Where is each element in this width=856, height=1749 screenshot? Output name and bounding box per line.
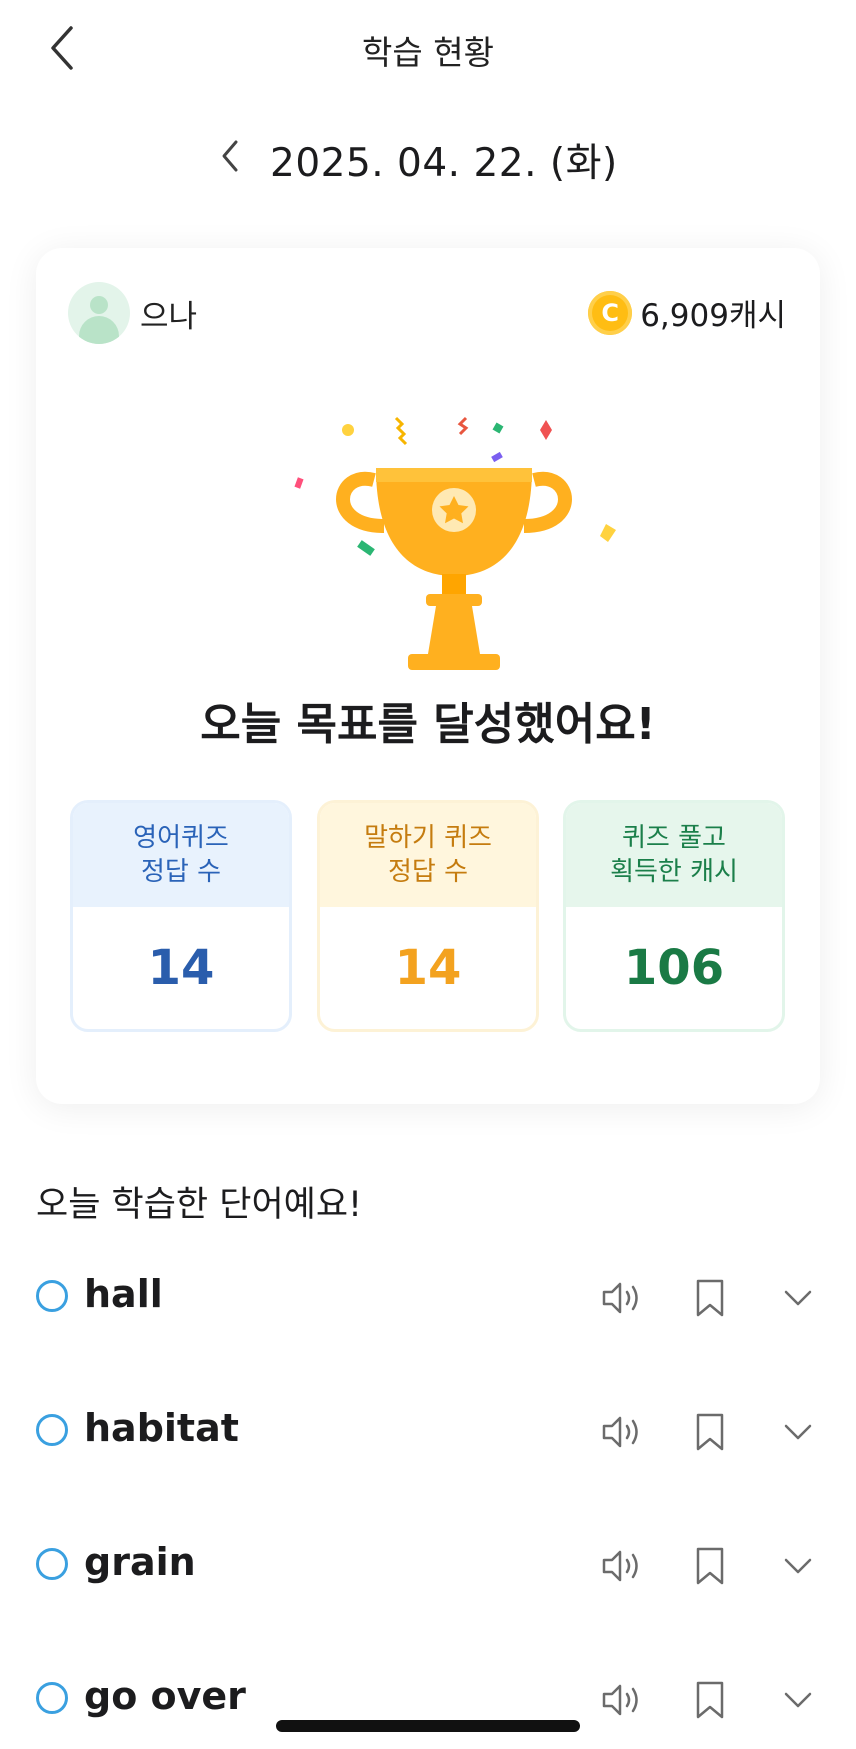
bookmark-icon	[696, 1413, 724, 1451]
current-date: 2025. 04. 22. (화)	[270, 141, 618, 186]
word-row: habitat	[36, 1390, 820, 1470]
chevron-down-icon	[784, 1290, 812, 1306]
bookmark-button[interactable]	[688, 1410, 732, 1454]
expand-button[interactable]	[776, 1544, 820, 1588]
user-info: 으나	[68, 282, 197, 344]
word-checkbox[interactable]	[36, 1548, 68, 1580]
stat-label: 말하기 퀴즈 정답 수	[320, 803, 536, 907]
bookmark-button[interactable]	[688, 1678, 732, 1722]
speaker-button[interactable]	[600, 1544, 644, 1588]
word-text: go over	[84, 1674, 246, 1718]
word-row: grain	[36, 1524, 820, 1604]
previous-date-button[interactable]	[212, 134, 248, 178]
word-checkbox[interactable]	[36, 1280, 68, 1312]
trophy-illustration	[256, 398, 616, 698]
avatar	[68, 282, 130, 344]
section-title: 오늘 학습한 단어예요!	[36, 1185, 363, 1225]
chevron-down-icon	[784, 1424, 812, 1440]
date-navigator: 2025. 04. 22. (화)	[0, 124, 856, 188]
expand-button[interactable]	[776, 1410, 820, 1454]
bookmark-icon	[696, 1279, 724, 1317]
speaker-icon	[602, 1282, 638, 1314]
speaker-icon	[602, 1684, 638, 1716]
speaker-button[interactable]	[600, 1276, 644, 1320]
stat-label: 퀴즈 풀고 획득한 캐시	[566, 803, 782, 907]
word-text: grain	[84, 1540, 196, 1584]
speaking-quiz-stat: 말하기 퀴즈 정답 수 14	[317, 800, 539, 1032]
expand-button[interactable]	[776, 1276, 820, 1320]
stat-value: 14	[394, 940, 462, 996]
word-text: habitat	[84, 1406, 239, 1450]
trophy-icon	[294, 416, 616, 670]
word-row: hall	[36, 1256, 820, 1336]
stat-value: 14	[147, 940, 215, 996]
stat-value: 106	[623, 940, 725, 996]
speaker-button[interactable]	[600, 1678, 644, 1722]
stat-label: 영어퀴즈 정답 수	[73, 803, 289, 907]
earned-cash-stat: 퀴즈 풀고 획득한 캐시 106	[563, 800, 785, 1032]
chevron-down-icon	[784, 1558, 812, 1574]
achievement-card: 으나 C 6,909캐시 오늘 목표를 달성했어요! 영어퀴즈 정답 수 14 …	[36, 248, 820, 1104]
page-title: 학습 현황	[362, 33, 494, 72]
bookmark-button[interactable]	[688, 1544, 732, 1588]
word-text: hall	[84, 1272, 163, 1316]
bookmark-button[interactable]	[688, 1276, 732, 1320]
chevron-down-icon	[784, 1692, 812, 1708]
goal-achieved-message: 오늘 목표를 달성했어요!	[200, 699, 656, 750]
bookmark-icon	[696, 1681, 724, 1719]
home-indicator	[276, 1720, 580, 1732]
chevron-left-icon	[222, 140, 238, 172]
header: 학습 현황	[0, 0, 856, 96]
speaker-button[interactable]	[600, 1410, 644, 1454]
cash-balance: C 6,909캐시	[588, 290, 786, 335]
english-quiz-stat: 영어퀴즈 정답 수 14	[70, 800, 292, 1032]
word-checkbox[interactable]	[36, 1414, 68, 1446]
user-name: 으나	[140, 298, 198, 335]
speaker-icon	[602, 1550, 638, 1582]
bookmark-icon	[696, 1547, 724, 1585]
speaker-icon	[602, 1416, 638, 1448]
cash-amount: 6,909캐시	[640, 298, 786, 334]
coin-icon: C	[588, 290, 633, 335]
expand-button[interactable]	[776, 1678, 820, 1722]
word-checkbox[interactable]	[36, 1682, 68, 1714]
